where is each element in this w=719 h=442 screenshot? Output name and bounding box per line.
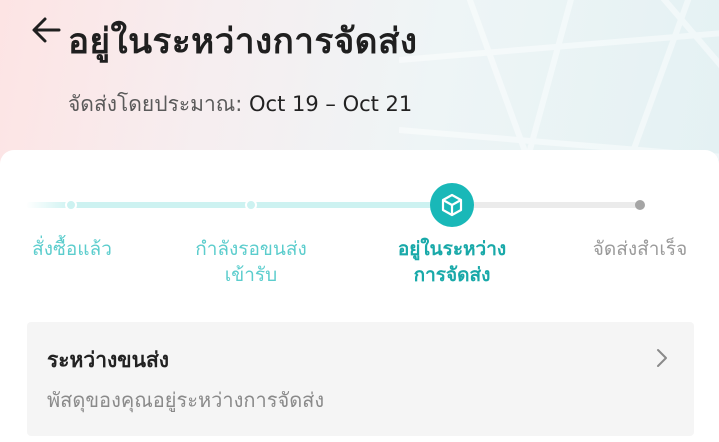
step-label-awaiting-pickup-line2: เข้ารับ [224, 264, 278, 286]
step-label-awaiting-pickup: กำลังรอขนส่ง เข้ารับ [176, 236, 326, 288]
step-dot-ordered [65, 199, 77, 211]
step-label-awaiting-pickup-line1: กำลังรอขนส่ง [195, 238, 307, 260]
step-label-in-transit-line2: การจัดส่ง [413, 264, 491, 286]
chevron-right-icon [657, 349, 667, 367]
progress-track-3 [452, 202, 642, 208]
page-title: อยู่ในระหว่างการจัดส่ง [68, 22, 418, 62]
step-dot-awaiting-pickup [245, 199, 257, 211]
decorative-map-pattern [399, 0, 719, 170]
step-dot-delivered [635, 200, 645, 210]
shipment-status-row[interactable]: ระหว่างขนส่ง พัสดุของคุณอยู่ระหว่างการจั… [27, 322, 694, 436]
step-label-delivered: จัดส่งสำเร็จ [592, 238, 688, 260]
package-box-icon [441, 193, 463, 217]
step-label-ordered: สั่งซื้อแล้ว [32, 238, 112, 260]
step-label-in-transit-line1: อยู่ในระหว่าง [397, 238, 507, 260]
tracking-card: สั่งซื้อแล้ว กำลังรอขนส่ง เข้ารับ อยู่ใน… [0, 150, 719, 442]
eta-dates: Oct 19 – Oct 21 [249, 92, 413, 116]
step-current-in-transit [430, 183, 474, 227]
estimated-delivery: จัดส่งโดยประมาณ: Oct 19 – Oct 21 [68, 88, 412, 121]
progress-track-1 [26, 202, 252, 208]
step-label-in-transit: อยู่ในระหว่าง การจัดส่ง [372, 236, 532, 288]
status-description: พัสดุของคุณอยู่ระหว่างการจัดส่ง [47, 388, 325, 412]
arrow-left-icon [32, 17, 61, 43]
header-banner: อยู่ในระหว่างการจัดส่ง จัดส่งโดยประมาณ: … [0, 0, 719, 170]
back-button[interactable] [24, 8, 68, 52]
progress-track-2 [252, 202, 452, 208]
eta-label: จัดส่งโดยประมาณ: [68, 92, 243, 116]
status-title: ระหว่างขนส่ง [47, 348, 170, 372]
